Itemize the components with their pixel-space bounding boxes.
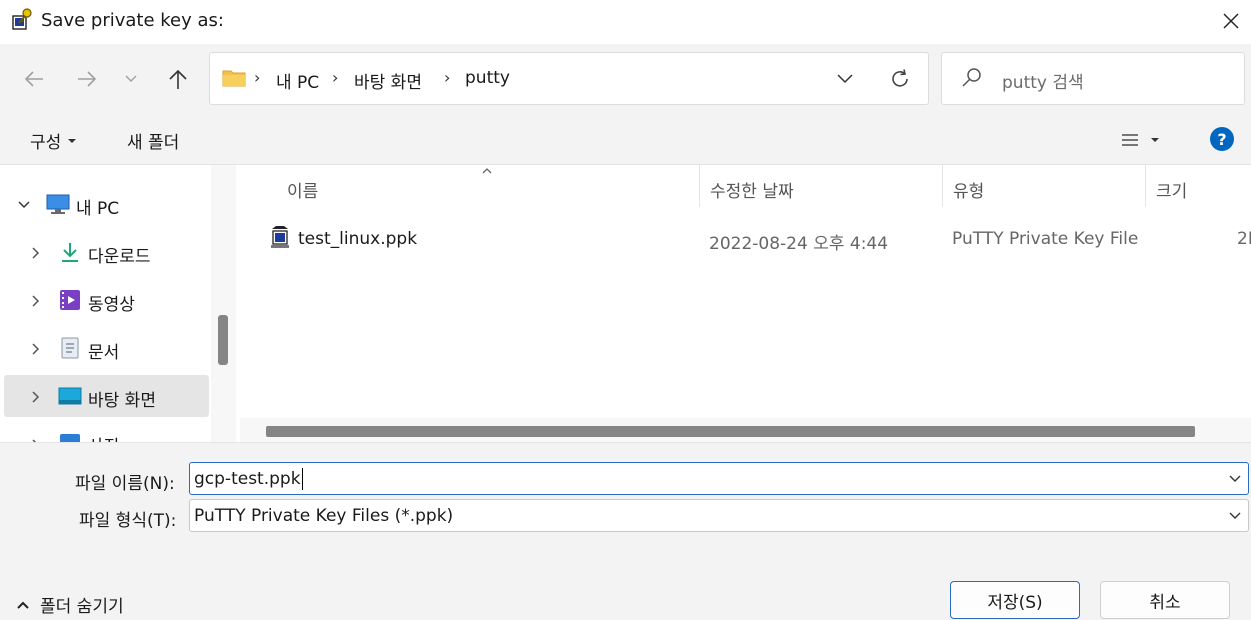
organize-label: 구성 bbox=[30, 133, 62, 153]
collapse-my-pc-button[interactable] bbox=[14, 195, 34, 215]
expand-pictures-button[interactable] bbox=[26, 435, 46, 442]
video-icon bbox=[58, 289, 82, 311]
forward-button[interactable] bbox=[69, 62, 105, 96]
arrow-up-icon bbox=[169, 69, 187, 89]
chevron-up-icon bbox=[17, 601, 29, 609]
sidebar-partial-row: 사진 bbox=[0, 420, 211, 442]
document-icon bbox=[58, 337, 82, 359]
search-icon bbox=[960, 66, 984, 90]
recent-locations-button[interactable] bbox=[113, 62, 149, 96]
save-button[interactable]: 저장(S) bbox=[950, 581, 1080, 619]
sort-ascending-icon bbox=[481, 163, 493, 177]
sidebar-scrollbar[interactable] bbox=[211, 165, 236, 442]
file-name[interactable]: test_linux.ppk bbox=[298, 229, 417, 249]
expand-desktop-button[interactable] bbox=[26, 387, 46, 407]
sidebar-scrollbar-thumb[interactable] bbox=[218, 315, 228, 365]
arrow-left-icon bbox=[24, 71, 43, 87]
chevron-down-icon bbox=[837, 74, 853, 84]
breadcrumb-desktop[interactable]: 바탕 화면 bbox=[354, 68, 422, 93]
address-history-dropdown[interactable] bbox=[832, 66, 858, 92]
command-bar bbox=[0, 116, 1251, 165]
caret-down-icon bbox=[68, 138, 77, 143]
putty-key-icon bbox=[10, 7, 36, 33]
horizontal-scrollbar-thumb[interactable] bbox=[266, 426, 1195, 437]
desktop-icon bbox=[58, 385, 82, 407]
sidebar-item-desktop[interactable]: 바탕 화면 bbox=[88, 386, 156, 411]
refresh-button[interactable] bbox=[886, 64, 914, 94]
folder-icon bbox=[222, 68, 246, 88]
column-header-modified[interactable]: 수정한 날짜 bbox=[710, 177, 794, 202]
download-icon bbox=[58, 241, 82, 263]
chevron-down-icon bbox=[1229, 512, 1241, 519]
filename-input[interactable]: gcp-test.ppk bbox=[189, 462, 1249, 495]
chevron-down-icon bbox=[18, 201, 30, 209]
column-header-size[interactable]: 크기 bbox=[1156, 177, 1187, 202]
file-size: 2K bbox=[1237, 229, 1251, 249]
picture-icon bbox=[58, 433, 82, 442]
chevron-right-icon bbox=[32, 343, 40, 355]
expand-documents-button[interactable] bbox=[26, 339, 46, 359]
column-header-type[interactable]: 유형 bbox=[953, 177, 984, 202]
sidebar-item-downloads[interactable]: 다운로드 bbox=[88, 242, 151, 267]
breadcrumb-putty[interactable]: putty bbox=[465, 68, 510, 88]
filetype-label: 파일 형식(T): bbox=[79, 511, 177, 531]
file-modified: 2022-08-24 오후 4:44 bbox=[709, 234, 889, 254]
breadcrumb-separator: › bbox=[254, 68, 261, 87]
file-list bbox=[236, 165, 1251, 442]
expand-downloads-button[interactable] bbox=[26, 243, 46, 263]
filename-label: 파일 이름(N): bbox=[75, 474, 175, 494]
cancel-button[interactable]: 취소 bbox=[1100, 581, 1230, 619]
putty-key-file-icon bbox=[268, 225, 292, 249]
list-view-icon bbox=[1122, 134, 1138, 146]
sidebar-item-pictures[interactable]: 사진 bbox=[88, 432, 119, 442]
close-button[interactable] bbox=[1212, 4, 1250, 38]
sidebar-item-documents[interactable]: 문서 bbox=[88, 338, 119, 363]
search-input[interactable]: putty 검색 bbox=[1002, 68, 1084, 93]
arrow-right-icon bbox=[78, 71, 97, 87]
chevron-down-icon bbox=[1229, 475, 1241, 482]
breadcrumb-separator: › bbox=[332, 68, 339, 87]
filename-value: gcp-test.ppk bbox=[194, 468, 301, 489]
chevron-right-icon bbox=[32, 295, 40, 307]
expand-videos-button[interactable] bbox=[26, 291, 46, 311]
hide-folders-label: 폴더 숨기기 bbox=[40, 597, 124, 617]
sidebar-item-my-pc[interactable]: 내 PC bbox=[76, 194, 119, 219]
filetype-select[interactable]: PuTTY Private Key Files (*.ppk) bbox=[189, 499, 1249, 532]
back-button[interactable] bbox=[16, 62, 52, 96]
column-divider[interactable] bbox=[1145, 165, 1146, 207]
sidebar-item-videos[interactable]: 동영상 bbox=[88, 290, 135, 315]
computer-icon bbox=[46, 193, 70, 215]
chevron-down-icon bbox=[125, 75, 137, 82]
file-type: PuTTY Private Key File bbox=[952, 229, 1139, 249]
chevron-right-icon bbox=[32, 391, 40, 403]
up-button[interactable] bbox=[160, 62, 196, 96]
chevron-right-icon bbox=[32, 247, 40, 259]
caret-down-icon bbox=[1151, 138, 1159, 142]
text-cursor bbox=[301, 467, 303, 490]
filetype-dropdown-button[interactable] bbox=[1223, 504, 1247, 528]
view-options-button[interactable] bbox=[1120, 126, 1172, 154]
organize-button[interactable]: 구성 bbox=[30, 128, 77, 153]
window-title: Save private key as: bbox=[41, 10, 224, 31]
filetype-value: PuTTY Private Key Files (*.ppk) bbox=[194, 505, 454, 526]
column-divider[interactable] bbox=[942, 165, 943, 207]
help-button[interactable]: ? bbox=[1210, 127, 1234, 151]
column-divider[interactable] bbox=[699, 165, 700, 207]
filename-dropdown-button[interactable] bbox=[1223, 467, 1247, 491]
column-header-name[interactable]: 이름 bbox=[287, 177, 318, 202]
search-box[interactable] bbox=[941, 52, 1245, 105]
new-folder-button[interactable]: 새 폴더 bbox=[127, 128, 179, 153]
close-icon bbox=[1223, 13, 1239, 29]
breadcrumb-my-pc[interactable]: 내 PC bbox=[276, 68, 319, 93]
refresh-icon bbox=[892, 69, 908, 87]
hide-folders-toggle[interactable]: 폴더 숨기기 bbox=[16, 592, 124, 617]
breadcrumb-separator: › bbox=[444, 68, 451, 87]
